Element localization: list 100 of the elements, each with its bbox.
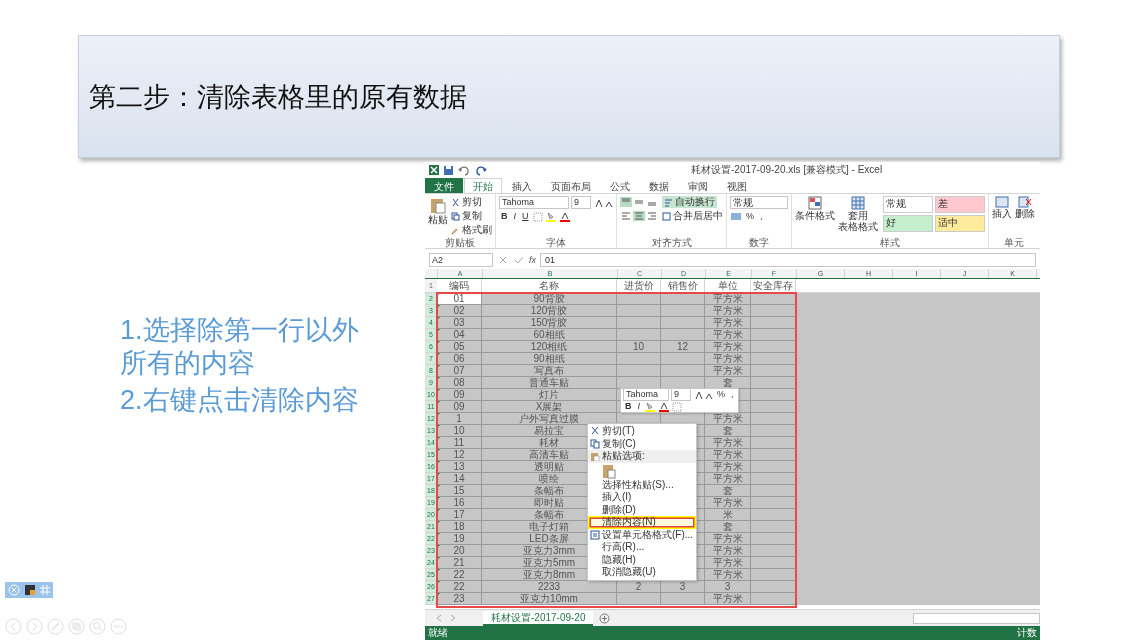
cell-style-swatch[interactable]: 差 [935,196,985,213]
ribbon-tab[interactable]: 视图 [718,178,756,193]
group-label: 样式 [879,237,901,248]
delete-cells-button[interactable]: 删除 [1015,196,1035,219]
table-cell [751,533,796,545]
comma-button[interactable]: , [729,389,736,400]
group-label: 单元 [1002,237,1025,248]
cancel-icon[interactable] [497,254,509,265]
slides-icon[interactable] [68,618,85,635]
table-cell: 平方米 [705,449,751,461]
table-cell: 03 [437,317,482,329]
copy-button[interactable]: 复制 [451,210,492,222]
font-size-field[interactable]: 9 [571,196,591,209]
table-cell: 10 [437,425,482,437]
font-name-field[interactable]: Tahoma [499,196,569,209]
cut-button[interactable]: 剪切 [451,196,492,208]
cell-style-swatch[interactable]: 常规 [883,196,933,213]
bold-button[interactable]: B [623,401,634,412]
table-cell: 3 [705,581,751,593]
cell-style-swatch[interactable]: 好 [883,215,933,232]
underline-button[interactable]: U [520,211,531,222]
font-size-field[interactable]: 9 [671,388,691,401]
font-color-icon[interactable] [658,401,670,412]
table-cell: 120相纸 [482,341,617,353]
undo-icon[interactable] [457,164,471,176]
table-cell [661,593,705,605]
table-cell: 平方米 [705,569,751,581]
font-name-field[interactable]: Tahoma [623,388,669,401]
table-cell [751,389,796,401]
ribbon-tab[interactable]: 页面布局 [542,178,600,193]
add-sheet-icon[interactable] [599,612,611,624]
table-cell: 05 [437,341,482,353]
table-cell: 60相纸 [482,329,617,341]
layout-icon[interactable] [24,584,36,596]
group-label: 数字 [748,237,770,248]
next-icon[interactable] [26,618,43,635]
check-icon[interactable] [513,254,525,265]
percent-button[interactable]: % [744,211,756,222]
comma-button[interactable]: , [758,211,765,222]
ribbon-tab[interactable]: 公式 [601,178,639,193]
table-cell [617,353,661,365]
currency-icon[interactable] [730,211,742,222]
font-size-arrows-icon[interactable] [693,389,713,400]
format-as-table-button[interactable]: 套用 表格格式 [838,196,878,232]
redo-icon[interactable] [474,164,488,176]
table-cell [751,437,796,449]
italic-button[interactable]: I [511,211,518,222]
ribbon-tab[interactable]: 插入 [503,178,541,193]
fill-color-icon[interactable] [544,211,557,222]
table-cell: 平方米 [705,341,751,353]
table-cell [751,557,796,569]
ribbon-tab[interactable]: 开始 [464,178,502,193]
more-icon[interactable] [110,618,127,635]
insert-cells-button[interactable]: 插入 [992,196,1012,219]
fill-color-icon[interactable] [644,401,656,412]
table-cell: 14 [437,473,482,485]
previous-sheet-icon[interactable] [435,614,443,622]
table-cell: 18 [437,521,482,533]
paste-option-icon[interactable] [602,462,616,479]
conditional-format-button[interactable]: 条件格式 [795,196,835,232]
font-size-arrows-icon[interactable] [593,197,613,208]
table-cell [751,473,796,485]
table-cell: 灯片 [482,389,617,401]
table-cell: 22 [437,569,482,581]
table-cell: 17 [437,509,482,521]
merge-center-button[interactable]: 合并后居中 [662,210,723,222]
wrap-text-button[interactable]: 自动换行 [662,196,717,208]
table-cell: 亚克力10mm [482,593,617,605]
scissors-icon [451,197,460,207]
file-tab[interactable]: 文件 [425,178,463,193]
table-cell [661,329,705,341]
table-cell: 写真布 [482,365,617,377]
save-icon[interactable] [443,164,454,176]
number-format-field[interactable]: 常规 [730,196,788,209]
menu-item[interactable]: 清除内容(N) [588,516,697,529]
percent-button[interactable]: % [715,389,727,400]
font-color-icon[interactable] [558,211,571,222]
paste-button[interactable]: 粘贴 [428,196,448,236]
previous-icon[interactable] [5,618,22,635]
next-sheet-icon[interactable] [449,614,457,622]
table-cell [751,581,796,593]
cell-style-swatch[interactable]: 适中 [935,215,985,232]
ribbon-tab[interactable]: 数据 [640,178,678,193]
ribbon-tab[interactable]: 审阅 [679,178,717,193]
sheet-tab[interactable]: 耗材设置-2017-09-20 [483,610,594,626]
table-cell [751,593,796,605]
status-text: 计数 [1017,627,1037,639]
italic-button[interactable]: I [635,401,642,412]
horizontal-scrollbar[interactable] [913,612,1040,624]
insert-function-button[interactable]: fx [529,254,536,265]
pen-icon[interactable] [47,618,64,635]
borders-icon[interactable] [532,211,543,222]
search-icon[interactable] [89,618,106,635]
formula-field[interactable]: 01 [540,252,1036,267]
format-painter-button[interactable]: 格式刷 [451,224,492,236]
table-cell [617,593,661,605]
table-cell [617,317,661,329]
table-cell [751,353,796,365]
bold-button[interactable]: B [499,211,510,222]
name-box[interactable]: A2 [429,252,493,267]
